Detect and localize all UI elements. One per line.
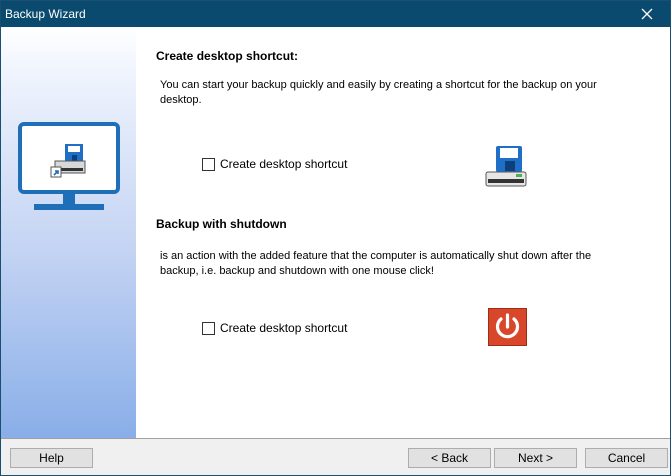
desktop-shortcut-checkbox-label: Create desktop shortcut [220, 157, 348, 171]
shutdown-shortcut-checkbox[interactable] [202, 321, 215, 335]
window-title: Backup Wizard [5, 7, 86, 21]
content-area: Create desktop shortcut: You can start y… [136, 27, 670, 438]
desktop-shortcut-checkbox-row[interactable]: Create desktop shortcut [202, 157, 347, 171]
power-icon [488, 308, 527, 346]
desktop-monitor-icon [18, 122, 120, 210]
close-button[interactable] [624, 1, 670, 27]
footer-bar: Help < Back Next > Cancel [1, 438, 670, 475]
cancel-button[interactable]: Cancel [585, 448, 668, 468]
backup-wizard-window: Backup Wizard Create desktop shortcut: Y… [0, 0, 671, 476]
desktop-shortcut-checkbox[interactable] [202, 157, 215, 171]
side-panel [1, 27, 136, 438]
close-icon [641, 8, 653, 20]
shortcut-section-heading: Create desktop shortcut: [156, 49, 299, 63]
help-button[interactable]: Help [10, 448, 93, 468]
back-button[interactable]: < Back [408, 448, 491, 468]
shutdown-shortcut-checkbox-label: Create desktop shortcut [220, 321, 348, 335]
shortcut-section-description: You can start your backup quickly and ea… [160, 79, 597, 106]
shutdown-section-heading: Backup with shutdown [156, 217, 287, 231]
floppy-drive-icon [485, 146, 527, 187]
shutdown-shortcut-checkbox-row[interactable]: Create desktop shortcut [202, 321, 347, 335]
title-bar: Backup Wizard [1, 1, 670, 27]
next-button[interactable]: Next > [494, 448, 577, 468]
shutdown-section-description: is an action with the added feature that… [160, 250, 592, 277]
